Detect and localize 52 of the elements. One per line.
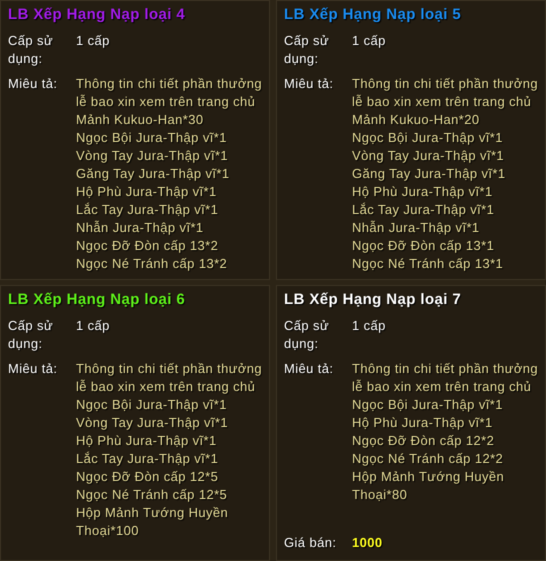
description-line: Hộ Phù Jura-Thập vĩ*1 [76, 183, 218, 201]
description-line: Ngọc Né Tránh cấp 13*1 [352, 255, 504, 273]
description-line: Ngọc Đỡ Đòn cấp 12*2 [352, 432, 496, 450]
description-line: Vòng Tay Jura-Thập vĩ*1 [352, 147, 506, 165]
description-line: Ngọc Bội Jura-Thập vĩ*1 [352, 129, 504, 147]
description-line: Thông tin chi tiết phần thưởng lễ bao xin xem trên trang chủ [76, 360, 263, 396]
description-line: Nhẫn Jura-Thập vĩ*1 [76, 219, 205, 237]
field-label: Cấp sử dụng: [284, 317, 330, 353]
field-value: 1 cấp [76, 32, 110, 50]
item-title: LB Xếp Hạng Nạp loại 7 [284, 290, 462, 310]
description-line: Ngọc Né Tránh cấp 12*2 [352, 450, 504, 468]
description-line: Ngọc Bội Jura-Thập vĩ*1 [352, 396, 504, 414]
field-label: Miêu tả: [8, 75, 58, 93]
description-line: Hộp Mảnh Tướng Huyền Thoại*100 [76, 504, 230, 540]
description-line: Vòng Tay Jura-Thập vĩ*1 [76, 147, 230, 165]
description-line: Ngọc Né Tránh cấp 13*2 [76, 255, 228, 273]
field-label: Miêu tả: [284, 360, 334, 378]
description-line: Nhẫn Jura-Thập vĩ*1 [352, 219, 481, 237]
description-line: Hộ Phù Jura-Thập vĩ*1 [76, 432, 218, 450]
description-line: Vòng Tay Jura-Thập vĩ*1 [76, 414, 230, 432]
field-value: 1 cấp [352, 32, 386, 50]
field-value: 1 cấp [76, 317, 110, 335]
item-title: LB Xếp Hạng Nạp loại 5 [284, 5, 462, 25]
description-line: Lắc Tay Jura-Thập vĩ*1 [76, 450, 220, 468]
description-line: Mảnh Kukuo-Han*20 [352, 111, 480, 129]
description-line: Mảnh Kukuo-Han*30 [76, 111, 204, 129]
field-label: Cấp sử dụng: [8, 317, 54, 353]
description-line: Hộp Mảnh Tướng Huyền Thoại*80 [352, 468, 506, 504]
description-line: Ngọc Né Tránh cấp 12*5 [76, 486, 228, 504]
description-line: Ngọc Bội Jura-Thập vĩ*1 [76, 396, 228, 414]
description-line: Thông tin chi tiết phần thưởng lễ bao xin xem trên trang chủ [352, 75, 539, 111]
description-line: Găng Tay Jura-Thập vĩ*1 [76, 165, 230, 183]
field-label: Cấp sử dụng: [8, 32, 54, 68]
field-label: Giá bán: [284, 534, 338, 552]
field-label: Miêu tả: [284, 75, 334, 93]
description-line: Thông tin chi tiết phần thưởng lễ bao xin xem trên trang chủ [76, 75, 263, 111]
description-line: Lắc Tay Jura-Thập vĩ*1 [76, 201, 220, 219]
field-label: Cấp sử dụng: [284, 32, 330, 68]
description-line: Lắc Tay Jura-Thập vĩ*1 [352, 201, 496, 219]
item-title: LB Xếp Hạng Nạp loại 4 [8, 5, 186, 25]
description-line: Hộ Phù Jura-Thập vĩ*1 [352, 414, 494, 432]
description-line: Thông tin chi tiết phần thưởng lễ bao xin xem trên trang chủ [352, 360, 539, 396]
description-line: Ngọc Đỡ Đòn cấp 12*5 [76, 468, 220, 486]
field-value: 1 cấp [352, 317, 386, 335]
field-label: Miêu tả: [8, 360, 58, 378]
description-line: Ngọc Bội Jura-Thập vĩ*1 [76, 129, 228, 147]
item-title: LB Xếp Hạng Nạp loại 6 [8, 290, 186, 310]
description-line: Ngọc Đỡ Đòn cấp 13*2 [76, 237, 220, 255]
price-value: 1000 [352, 534, 383, 552]
description-line: Găng Tay Jura-Thập vĩ*1 [352, 165, 506, 183]
description-line: Hộ Phù Jura-Thập vĩ*1 [352, 183, 494, 201]
description-line: Ngọc Đỡ Đòn cấp 13*1 [352, 237, 496, 255]
